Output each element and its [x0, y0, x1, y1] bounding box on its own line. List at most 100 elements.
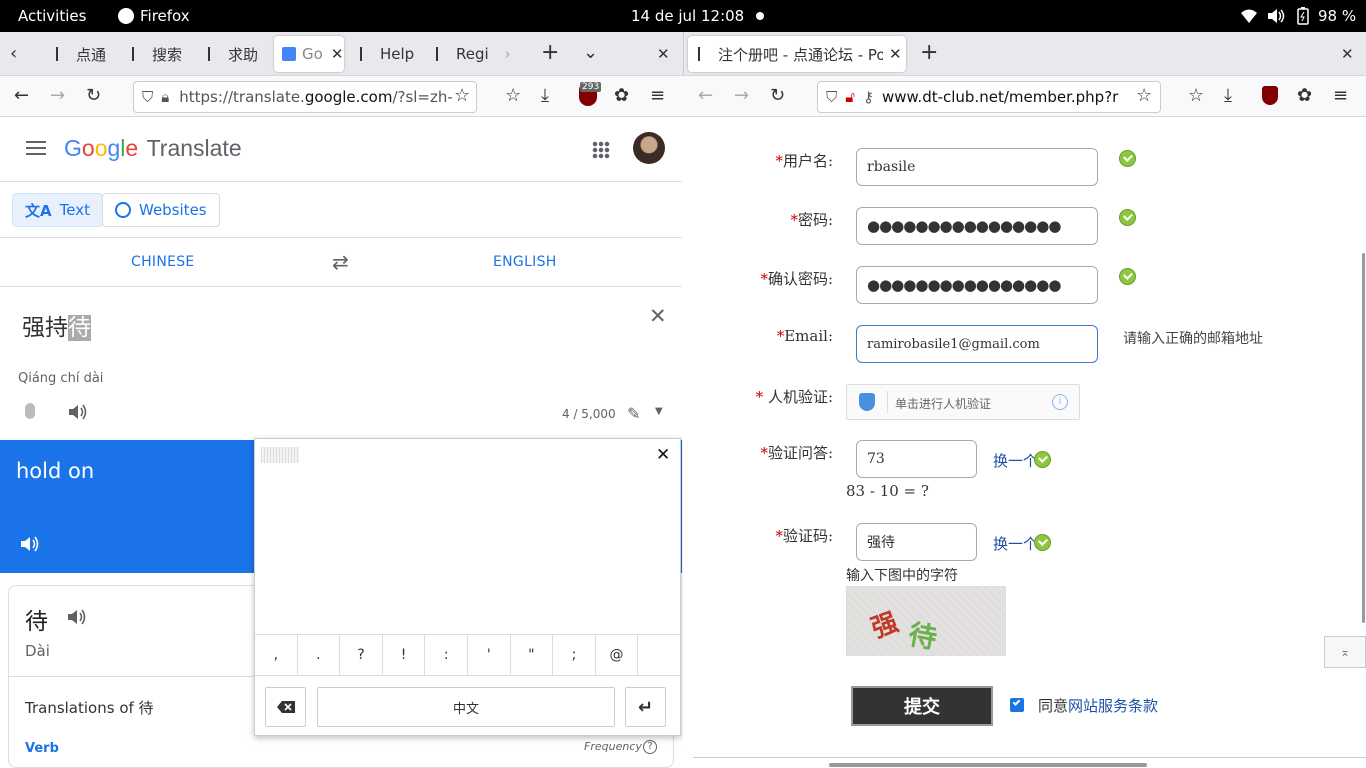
microphone-icon[interactable]: [25, 403, 35, 419]
back-to-top-button[interactable]: ⌅: [1324, 636, 1366, 668]
close-window-icon[interactable]: ✕: [657, 45, 670, 63]
swap-languages-icon[interactable]: ⇄: [332, 250, 349, 274]
url-bar[interactable]: ⛉ 🔓︎ ⚷ www.dt-club.net/member.php?r: [817, 81, 1161, 113]
divider: [887, 391, 888, 413]
info-icon[interactable]: i: [1052, 394, 1068, 410]
captcha-code-input[interactable]: 强待: [856, 523, 977, 561]
app-menu[interactable]: Firefox: [118, 7, 190, 25]
account-avatar[interactable]: [633, 132, 665, 164]
tab-2[interactable]: 搜索: [122, 36, 192, 72]
url-bar[interactable]: ⛉ 🔒︎ https://translate. google.com/?sl=zh…: [133, 81, 477, 113]
downloads-icon[interactable]: ⤓: [541, 87, 549, 105]
forward-icon[interactable]: →: [734, 87, 749, 105]
password-input[interactable]: ●●●●●●●●●●●●●●●●: [856, 207, 1098, 245]
close-tab-icon[interactable]: ✕: [889, 45, 902, 63]
gnome-extension-icon[interactable]: ✿: [1297, 87, 1312, 105]
logo-letter: g: [107, 135, 121, 161]
google-logo[interactable]: Google Translate: [64, 135, 242, 162]
reload-icon[interactable]: ↻: [86, 87, 101, 105]
human-verification-widget[interactable]: 单击进行人机验证 i: [846, 384, 1080, 420]
list-tabs-icon[interactable]: ⌄: [583, 44, 598, 62]
target-language-button[interactable]: ENGLISH: [493, 254, 557, 270]
back-icon[interactable]: ←: [14, 87, 29, 105]
more-options-caret-icon[interactable]: ▼: [655, 406, 663, 417]
punctuation-key[interactable]: .: [298, 635, 341, 675]
menu-icon[interactable]: ≡: [1333, 87, 1348, 105]
vertical-scrollbar[interactable]: [1362, 253, 1365, 623]
close-tab-icon[interactable]: ✕: [331, 45, 344, 63]
scroll-tabs-right-icon[interactable]: ›: [505, 45, 511, 63]
text-mode-button[interactable]: 文A Text: [12, 193, 103, 227]
tab-6[interactable]: Regi ›: [426, 36, 516, 72]
back-icon[interactable]: ←: [698, 87, 713, 105]
captcha-image[interactable]: 强 待: [846, 586, 1006, 656]
horizontal-scrollbar[interactable]: [829, 763, 1147, 767]
new-tab-icon[interactable]: +: [541, 42, 559, 64]
punctuation-key[interactable]: ;: [553, 635, 596, 675]
edit-pencil-icon[interactable]: ✎: [627, 404, 640, 423]
submit-button[interactable]: 提交: [851, 686, 993, 726]
punctuation-key[interactable]: ,: [255, 635, 298, 675]
email-input[interactable]: ramirobasile1@gmail.com: [856, 325, 1098, 363]
close-window-icon[interactable]: ✕: [1341, 45, 1354, 63]
tab-1[interactable]: 点通: [46, 36, 116, 72]
tracking-shield-icon[interactable]: ⛉: [826, 88, 837, 106]
new-tab-icon[interactable]: +: [920, 42, 938, 64]
permissions-key-icon[interactable]: ⚷: [863, 88, 874, 106]
tab-dt-club-register[interactable]: 注个册吧 - 点通论坛 - Pow ✕: [688, 36, 906, 72]
source-language-button[interactable]: CHINESE: [131, 254, 195, 270]
pocket-icon[interactable]: ☆: [1188, 87, 1204, 105]
forward-icon[interactable]: →: [50, 87, 65, 105]
tab-3[interactable]: 求助: [198, 36, 268, 72]
close-keyboard-icon[interactable]: ✕: [656, 445, 670, 465]
bookmark-star-icon[interactable]: ☆: [454, 87, 470, 105]
username-label: *用户名:: [775, 152, 833, 170]
agree-terms-checkbox[interactable]: [1010, 698, 1024, 712]
volume-icon[interactable]: [1267, 8, 1285, 24]
tab-google-translate[interactable]: Go ✕: [274, 36, 344, 72]
question-refresh-link[interactable]: 换一个: [993, 450, 1038, 471]
frequency-help-icon[interactable]: ?: [643, 740, 657, 754]
punctuation-key[interactable]: !: [383, 635, 426, 675]
punctuation-key[interactable]: ": [511, 635, 554, 675]
downloads-icon[interactable]: ⤓: [1224, 87, 1232, 105]
enter-key[interactable]: ↵: [625, 687, 666, 727]
bookmark-star-icon[interactable]: ☆: [1136, 87, 1152, 105]
confirm-password-input[interactable]: ●●●●●●●●●●●●●●●●: [856, 266, 1098, 304]
tracking-shield-icon[interactable]: ⛉: [142, 88, 153, 106]
listen-source-icon[interactable]: [68, 403, 88, 421]
activities-button[interactable]: Activities: [18, 7, 86, 25]
chinese-space-key[interactable]: 中文: [317, 687, 615, 727]
listen-translation-icon[interactable]: [20, 535, 40, 553]
tab-5[interactable]: Help: [350, 36, 420, 72]
menu-icon[interactable]: ≡: [650, 87, 665, 105]
scroll-tabs-left-icon[interactable]: ‹: [10, 45, 17, 63]
question-answer-input[interactable]: 73: [856, 440, 977, 478]
battery-icon[interactable]: [1297, 7, 1309, 25]
hamburger-menu-icon[interactable]: [26, 141, 46, 155]
pocket-icon[interactable]: ☆: [505, 87, 521, 105]
punctuation-key[interactable]: ': [468, 635, 511, 675]
punctuation-key[interactable]: :: [425, 635, 468, 675]
websites-mode-button[interactable]: Websites: [102, 193, 220, 227]
punctuation-key[interactable]: ?: [340, 635, 383, 675]
backspace-key[interactable]: [265, 687, 306, 727]
wifi-icon[interactable]: [1240, 8, 1258, 24]
lock-icon[interactable]: 🔒︎: [161, 88, 169, 106]
ublock-icon[interactable]: [1262, 86, 1278, 105]
source-text-input[interactable]: 强持待: [22, 308, 91, 342]
clear-source-icon[interactable]: ✕: [649, 304, 667, 328]
captcha-refresh-link[interactable]: 换一个: [993, 533, 1038, 554]
translate-mode-bar: 文A Text Websites: [0, 182, 682, 238]
punctuation-key[interactable]: [638, 635, 680, 675]
clock[interactable]: 14 de jul 12:08: [631, 7, 744, 25]
insecure-lock-icon[interactable]: 🔓︎: [845, 88, 855, 106]
punctuation-key[interactable]: @: [596, 635, 639, 675]
tab-favicon-icon: [208, 47, 222, 61]
username-input[interactable]: rbasile: [856, 148, 1098, 186]
gnome-extension-icon[interactable]: ✿: [614, 87, 629, 105]
terms-link[interactable]: 网站服务条款: [1068, 697, 1158, 715]
apps-grid-icon[interactable]: [592, 141, 610, 159]
reload-icon[interactable]: ↻: [770, 87, 785, 105]
listen-dictionary-icon[interactable]: [67, 608, 87, 626]
